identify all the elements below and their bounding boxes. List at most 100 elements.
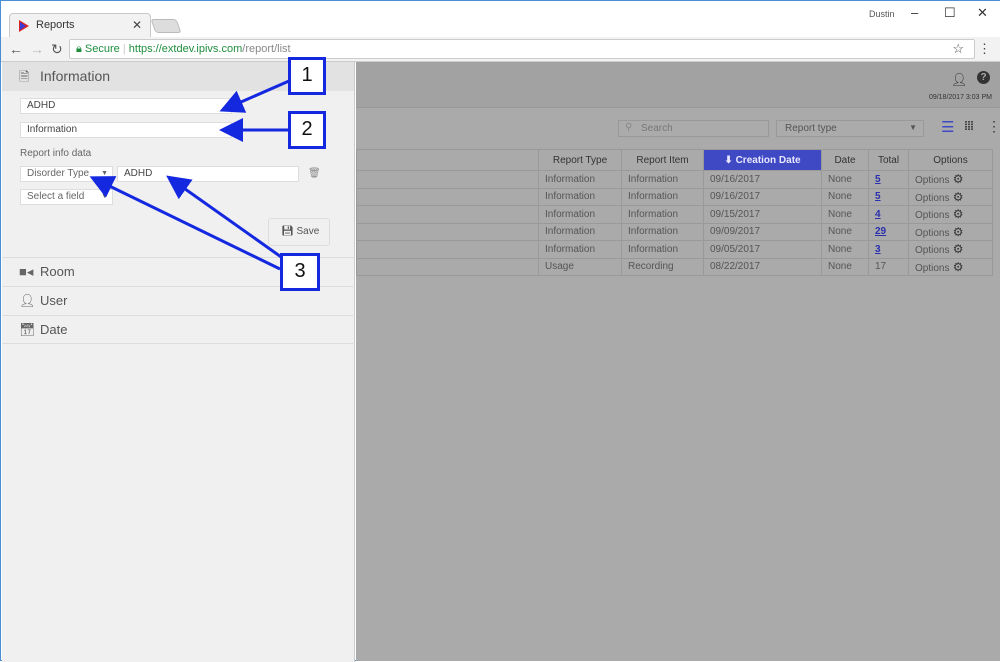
table-cell: 09/16/2017	[703, 187, 822, 206]
browser-window: Reports ✕ Dustin – ☐ ✕ ← → ↻ 🔒︎ Secure |…	[0, 0, 1000, 662]
table-row[interactable]: Information Information 09/05/2017 None 3 Opt…	[356, 240, 993, 259]
more-options-icon[interactable]: ⋮	[987, 118, 1000, 135]
options-button[interactable]: Options ⚙	[908, 205, 993, 224]
options-label: Options	[915, 227, 950, 239]
tab-title: Reports	[36, 19, 75, 31]
column-header-report-item[interactable]: Report Item	[621, 149, 704, 171]
report-type-select[interactable]: Report type ▼	[776, 120, 924, 137]
table-cell: Information	[538, 240, 622, 259]
options-button[interactable]: Options ⚙	[908, 187, 993, 206]
table-row[interactable]: Information Information 09/16/2017 None 5 Opt…	[356, 187, 993, 206]
table-cell: 09/15/2017	[703, 205, 822, 224]
section-title: Information	[40, 68, 111, 84]
options-button[interactable]: Options ⚙	[908, 170, 993, 189]
app-logo-icon-inner	[20, 22, 26, 30]
options-button[interactable]: Options ⚙	[908, 257, 993, 276]
report-name-input[interactable]: ADHD	[20, 98, 232, 114]
field-select[interactable]: Disorder Type ▼	[20, 166, 113, 182]
tab-reports[interactable]: Reports ✕	[9, 13, 151, 37]
options-button[interactable]: Options ⚙	[908, 240, 993, 259]
report-type-input[interactable]: Information	[20, 122, 232, 138]
annotation-3: 3	[280, 253, 320, 291]
options-label: Options	[915, 210, 950, 222]
sidebar-item-date[interactable]: 📅︎ Date	[2, 315, 355, 344]
gear-icon: ⚙	[949, 207, 964, 222]
bookmark-star-icon[interactable]: ☆	[952, 41, 964, 57]
document-icon: 🗎︎	[19, 69, 30, 84]
table-cell	[356, 187, 539, 206]
total-link[interactable]: 29	[875, 226, 886, 237]
gear-icon: ⚙	[949, 172, 964, 187]
close-tab-icon[interactable]: ✕	[132, 18, 142, 32]
table-cell	[356, 205, 539, 224]
field-select-value: Disorder Type	[27, 168, 90, 179]
url-host: https://extdev.ipivs.com	[128, 43, 243, 55]
total-link[interactable]: 3	[875, 244, 881, 255]
table-cell: Information	[621, 222, 704, 241]
trash-icon[interactable]: 🗑︎	[308, 168, 321, 179]
options-label: Options	[915, 262, 950, 274]
back-icon[interactable]: ←	[9, 41, 23, 57]
table-cell: Information	[621, 170, 704, 189]
table-cell: Information	[621, 240, 704, 259]
floppy-disk-icon: 💾︎	[281, 226, 294, 237]
column-header-creation-date[interactable]: ⬇︎ Creation Date	[703, 149, 822, 171]
sort-desc-icon: ⬇︎	[724, 154, 733, 166]
total-link[interactable]: 5	[875, 174, 881, 185]
table-cell: 09/09/2017	[703, 222, 822, 241]
report-info-label: Report info data	[20, 148, 92, 159]
profile-name[interactable]: Dustin	[869, 9, 895, 19]
table-cell	[356, 257, 539, 276]
search-input[interactable]: ⚲ Search	[618, 120, 769, 137]
help-icon[interactable]: ?	[977, 71, 990, 84]
user-icon[interactable]: 👤︎	[951, 72, 968, 88]
url-field[interactable]: 🔒︎ Secure | https://extdev.ipivs.com/rep…	[69, 39, 975, 59]
total-link[interactable]: 5	[875, 191, 881, 202]
table-cell: None	[821, 170, 869, 189]
video-camera-icon: ■◂	[19, 264, 34, 279]
chevron-down-icon: ▼	[909, 123, 917, 132]
new-tab-button[interactable]	[150, 19, 182, 33]
table-cell: 09/16/2017	[703, 170, 822, 189]
browser-menu-icon[interactable]: ⋮	[978, 41, 991, 57]
options-label: Options	[915, 245, 950, 257]
minimize-icon[interactable]: –	[911, 5, 918, 20]
grid-view-icon[interactable]: ⁞⁞⁞	[964, 119, 974, 133]
reports-table: Report Type Report Item ⬇︎ Creation Date…	[356, 149, 993, 276]
options-label: Options	[915, 192, 950, 204]
table-cell	[356, 222, 539, 241]
column-header-options: Options	[908, 149, 993, 171]
reload-icon[interactable]: ↻	[51, 41, 63, 58]
gear-icon: ⚙	[949, 242, 964, 257]
table-row[interactable]: Information Information 09/16/2017 None 5 Opt…	[356, 170, 993, 189]
table-row[interactable]: Information Information 09/15/2017 None 4 Opt…	[356, 205, 993, 224]
column-header-report-type[interactable]: Report Type	[538, 149, 622, 171]
annotation-2: 2	[288, 111, 326, 149]
user-icon: 👤︎	[19, 293, 36, 308]
annotation-1: 1	[288, 57, 326, 95]
table-cell: None	[821, 187, 869, 206]
add-field-select[interactable]: Select a field ▼	[20, 189, 113, 205]
sidebar-item-label: Date	[40, 322, 68, 337]
tab-bar: Reports ✕ Dustin – ☐ ✕	[1, 1, 1000, 37]
secure-label: Secure	[84, 43, 120, 55]
chevron-down-icon: ▼	[101, 170, 108, 177]
table-cell: Information	[538, 222, 622, 241]
column-header-total[interactable]: Total	[868, 149, 909, 171]
total-link[interactable]: 4	[875, 209, 881, 220]
maximize-icon[interactable]: ☐	[944, 5, 956, 21]
field-value-input[interactable]: ADHD	[117, 166, 299, 182]
table-cell: None	[821, 222, 869, 241]
table-row[interactable]: Information Information 09/09/2017 None 29 Op…	[356, 222, 993, 241]
main-content: 👤︎ ? 09/18/2017 3:03 PM ⚲ Search Report …	[356, 62, 1000, 661]
list-view-icon[interactable]: ☰	[941, 118, 954, 136]
close-window-icon[interactable]: ✕	[977, 5, 988, 21]
table-row[interactable]: Usage Recording 08/22/2017 None 17 Options ⚙	[356, 257, 993, 276]
gear-icon: ⚙	[949, 224, 964, 239]
options-button[interactable]: Options ⚙	[908, 222, 993, 241]
forward-icon[interactable]: →	[30, 41, 44, 57]
save-button[interactable]: 💾︎ Save	[268, 218, 330, 246]
table-cell: Information	[621, 205, 704, 224]
column-header-date[interactable]: Date	[821, 149, 869, 171]
sidebar-item-label: Room	[40, 264, 75, 279]
